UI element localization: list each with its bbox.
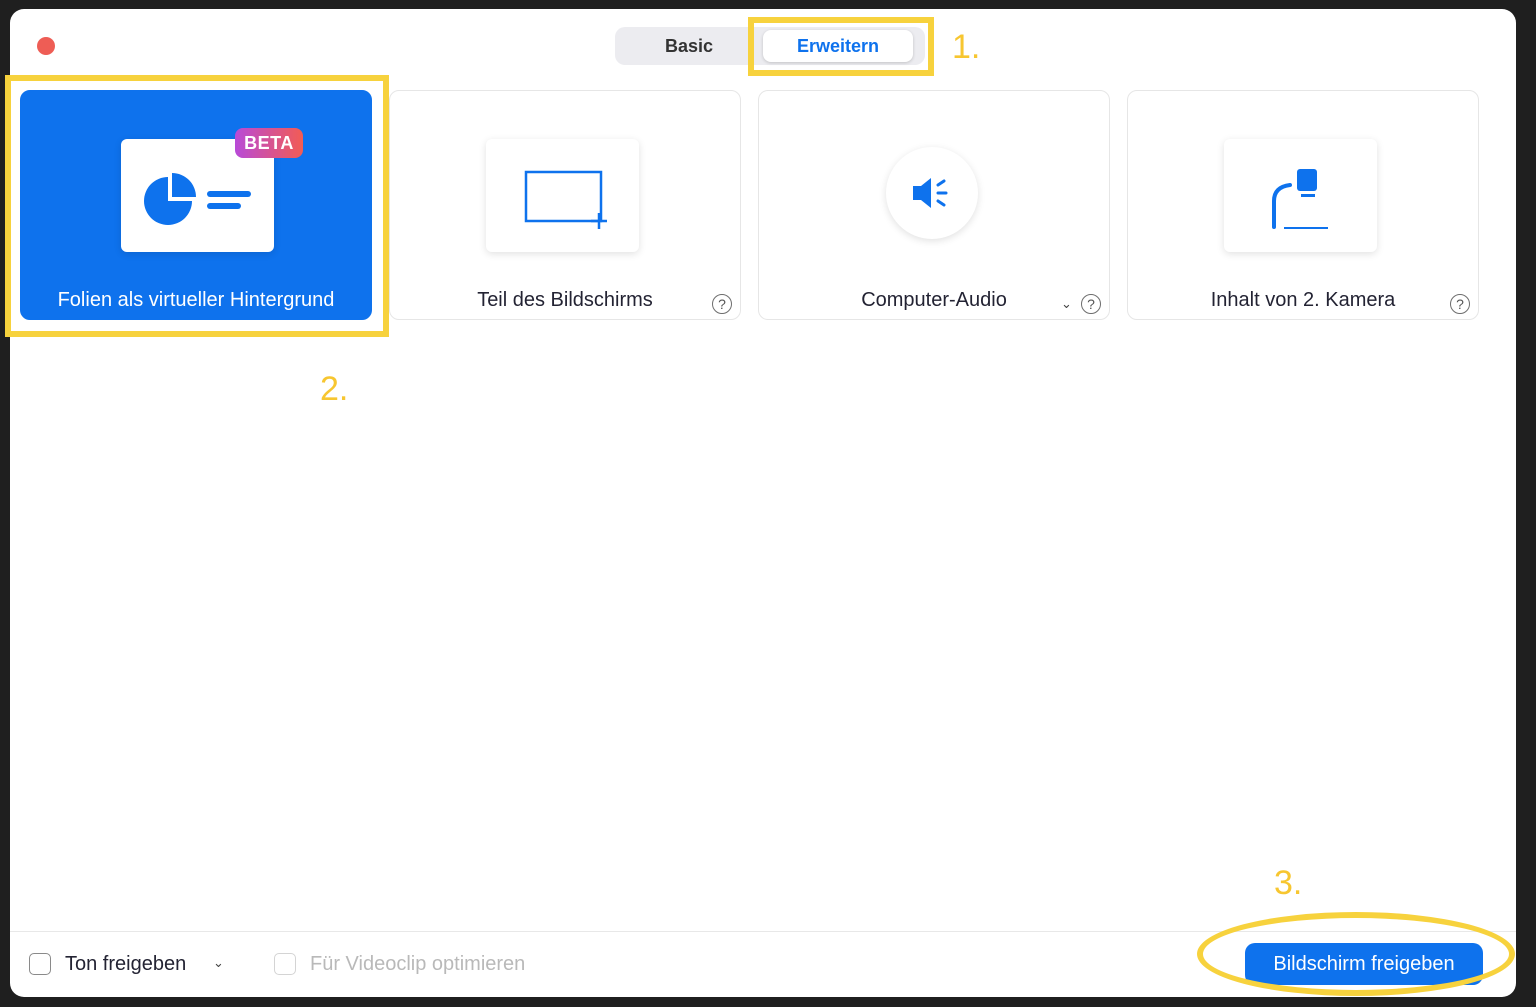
annotation-box-tab: [748, 17, 934, 76]
audio-dropdown-chevron-icon[interactable]: ⌄: [1061, 296, 1072, 312]
annotation-step-1: 1.: [952, 28, 981, 66]
share-sound-dropdown-chevron-icon[interactable]: ⌄: [213, 955, 224, 971]
card-screen-portion[interactable]: Teil des Bildschirms ?: [389, 90, 741, 320]
document-camera-icon: [1272, 169, 1328, 229]
optimize-video-label: Für Videoclip optimieren: [310, 953, 526, 975]
card-label-portion: Teil des Bildschirms: [477, 289, 653, 311]
close-window-button[interactable]: [37, 37, 55, 55]
audio-thumbnail: [886, 147, 978, 239]
card-second-camera[interactable]: Inhalt von 2. Kamera ?: [1127, 90, 1479, 320]
help-icon[interactable]: ?: [1450, 294, 1470, 314]
help-icon[interactable]: ?: [712, 294, 732, 314]
optimize-video-checkbox[interactable]: [274, 953, 296, 975]
annotation-step-2: 2.: [320, 370, 349, 408]
annotation-box-slides: [5, 75, 389, 337]
annotation-step-3: 3.: [1274, 864, 1303, 902]
share-sound-checkbox[interactable]: [29, 953, 51, 975]
card-computer-audio[interactable]: Computer-Audio ⌄ ?: [758, 90, 1110, 320]
tab-basic[interactable]: Basic: [615, 30, 763, 62]
screen-portion-thumbnail: [486, 139, 639, 252]
camera-thumbnail: [1224, 139, 1377, 252]
screen-portion-icon: [524, 170, 607, 229]
share-sound-label: Ton freigeben: [65, 953, 187, 975]
card-label-camera: Inhalt von 2. Kamera: [1210, 289, 1396, 311]
annotation-ellipse-share: [1197, 912, 1515, 996]
help-icon[interactable]: ?: [1081, 294, 1101, 314]
speaker-icon: [913, 178, 948, 208]
card-label-audio: Computer-Audio: [861, 289, 1007, 311]
